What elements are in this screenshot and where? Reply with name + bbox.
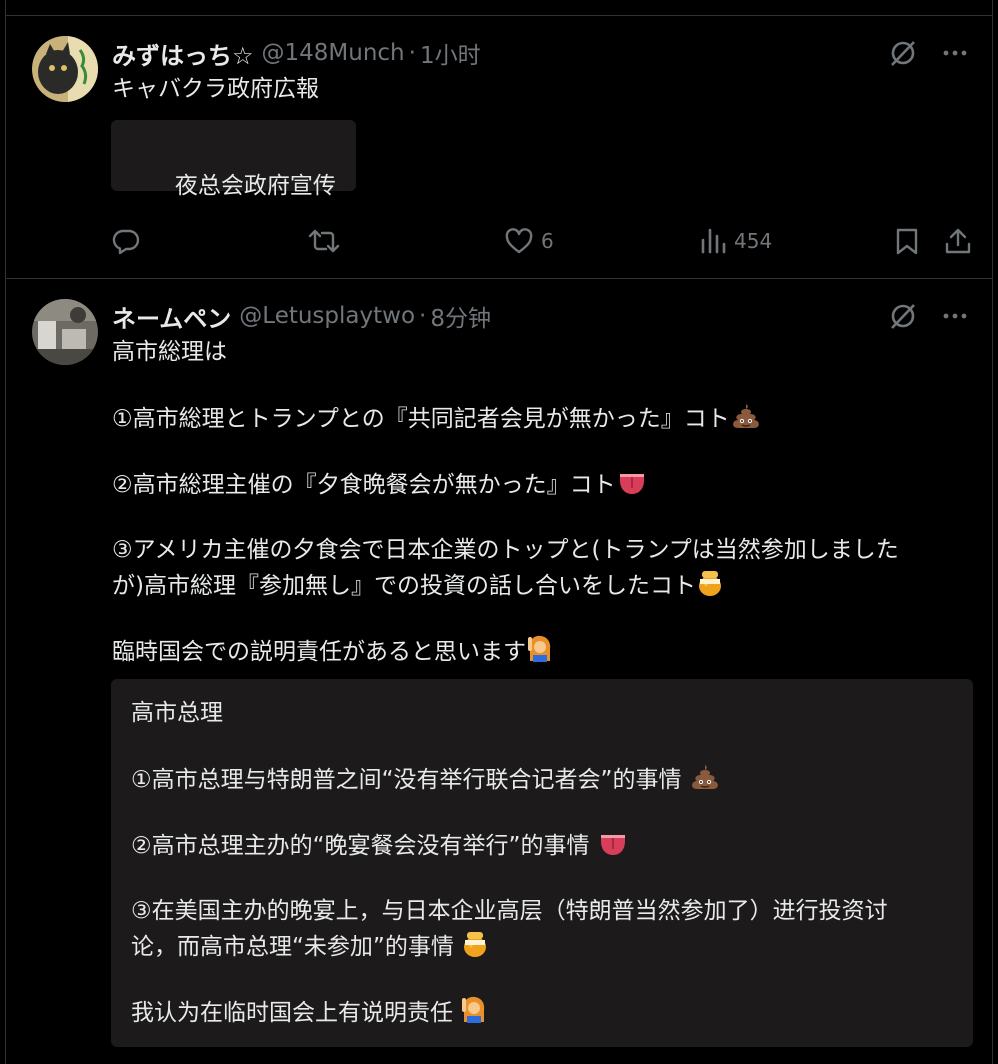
reply-button[interactable] xyxy=(112,221,140,261)
more-icon[interactable] xyxy=(942,40,968,66)
separator-dot: · xyxy=(408,40,416,66)
translation-line: ③在美国主办的晚宴上，与日本企业高层（特朗普当然参加了）进行投资讨 xyxy=(131,898,888,924)
action-bar: 6 454 xyxy=(112,221,971,261)
share-icon xyxy=(944,227,972,255)
translation-content: ①高市总理与特朗普之间“没有举行联合记者会”的事情 xyxy=(131,767,682,793)
post-text-content: ①高市総理とトランプとの『共同記者会見が無かった』コト xyxy=(112,406,730,432)
avatar[interactable] xyxy=(32,36,98,102)
timestamp[interactable]: 1小时 xyxy=(420,36,481,70)
post-text-line: 高市総理は xyxy=(112,339,227,365)
post-text-line: ②高市総理主催の『夕食晩餐会が無かった』コト xyxy=(112,468,962,506)
views-button[interactable]: 454 xyxy=(700,221,772,261)
column-border-right xyxy=(992,0,993,1064)
post-text-line: ①高市総理とトランプとの『共同記者会見が無かった』コト xyxy=(112,402,962,440)
post-text: キャバクラ政府広報 xyxy=(112,76,319,102)
retweet-button[interactable] xyxy=(308,221,340,261)
translation-line: 论，而高市总理“未参加”的事情 xyxy=(131,928,489,968)
user-handle[interactable]: @Letusplaytwo xyxy=(239,303,415,329)
avatar-image xyxy=(32,36,98,102)
post-text-line: 臨時国会での説明責任があると思います xyxy=(112,633,962,673)
post-text-content: ②高市総理主催の『夕食晩餐会が無かった』コト xyxy=(112,472,616,498)
like-count: 6 xyxy=(541,229,554,253)
tongue-emoji xyxy=(597,829,629,867)
heart-icon xyxy=(505,228,533,254)
share-button[interactable] xyxy=(944,221,972,261)
person-raising-hand-emoji xyxy=(526,633,554,673)
views-icon xyxy=(700,228,726,254)
honey-pot-emoji xyxy=(696,567,724,607)
post-header-icons xyxy=(888,36,968,70)
more-icon[interactable] xyxy=(942,303,968,329)
translation-box: 夜总会政府宣传 xyxy=(111,120,356,199)
timestamp[interactable]: 8分钟 xyxy=(430,299,491,333)
tongue-emoji xyxy=(616,468,648,506)
post-1[interactable]: みずはっち☆ @148Munch · 1小时 キャバクラ政府広報 夜总会政府宣传 xyxy=(6,16,992,278)
post-header: みずはっち☆ @148Munch · 1小时 xyxy=(112,36,872,70)
honey-pot-emoji xyxy=(461,928,489,968)
poop-emoji xyxy=(730,402,762,440)
post-text-line: が)高市総理『参加無し』での投資の話し合いをしたコト xyxy=(112,567,962,607)
post-header-icons xyxy=(888,299,968,333)
translation-text: 夜总会政府宣传 xyxy=(174,173,336,199)
retweet-icon xyxy=(308,227,340,255)
like-button[interactable]: 6 xyxy=(505,221,554,261)
post-text-content: 臨時国会での説明責任があると思います xyxy=(112,639,526,665)
separator-dot: · xyxy=(419,303,427,329)
avatar[interactable] xyxy=(32,299,98,365)
grok-icon[interactable] xyxy=(888,301,918,331)
view-count: 454 xyxy=(734,229,773,253)
translation-line: 高市总理 xyxy=(131,700,223,726)
translation-box: 高市总理 ①高市总理与特朗普之间“没有举行联合记者会”的事情 ②高市总理主办的“… xyxy=(111,679,973,1047)
translation-line: ②高市总理主办的“晚宴餐会没有举行”的事情 xyxy=(131,829,629,867)
post-text-line: ③アメリカ主催の夕食会で日本企業のトップと(トランプは当然参加しました xyxy=(112,537,899,563)
translation-line: ①高市总理与特朗普之间“没有举行联合记者会”的事情 xyxy=(131,763,721,801)
avatar-image xyxy=(32,299,98,365)
translation-content: ②高市总理主办的“晚宴餐会没有举行”的事情 xyxy=(131,833,590,859)
user-handle[interactable]: @148Munch xyxy=(262,40,405,66)
display-name[interactable]: みずはっち☆ xyxy=(112,36,254,70)
post-header: ネームペン @Letusplaytwo · 8分钟 xyxy=(112,299,872,333)
grok-icon[interactable] xyxy=(888,38,918,68)
post-2[interactable]: ネームペン @Letusplaytwo · 8分钟 高市総理は ①高市総理とトラ… xyxy=(6,279,992,1064)
bookmark-button[interactable] xyxy=(895,221,919,261)
person-raising-hand-emoji xyxy=(460,994,488,1034)
reply-icon xyxy=(112,227,140,255)
translation-content: 我认为在临时国会上有说明责任 xyxy=(131,1000,453,1026)
display-name[interactable]: ネームペン xyxy=(112,299,231,333)
translation-content: 论，而高市总理“未参加”的事情 xyxy=(131,934,454,960)
translation-line: 我认为在临时国会上有说明责任 xyxy=(131,994,488,1034)
bookmark-icon xyxy=(895,227,919,255)
post-text-content: が)高市総理『参加無し』での投資の話し合いをしたコト xyxy=(112,573,696,599)
timeline-feed: みずはっち☆ @148Munch · 1小时 キャバクラ政府広報 夜总会政府宣传 xyxy=(0,0,998,1064)
poop-emoji xyxy=(689,763,721,801)
